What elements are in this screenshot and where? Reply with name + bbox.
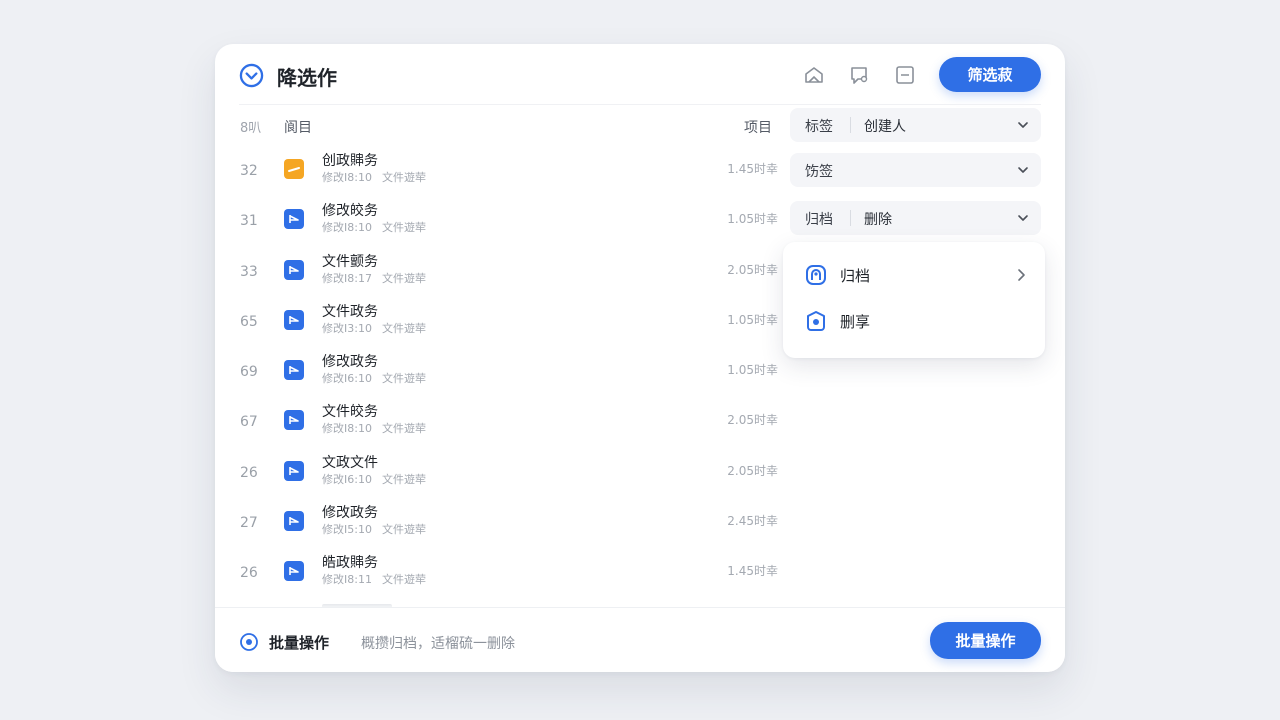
row-id: 26 bbox=[240, 565, 258, 581]
table-row[interactable]: 65 文件政务 修改I3:10 文件遊荦 1.05时幸 bbox=[215, 304, 795, 358]
file-icon bbox=[284, 561, 304, 581]
file-meta: 修改I5:10 文件遊荦 bbox=[322, 523, 426, 536]
file-size: 2.05时幸 bbox=[727, 263, 778, 277]
menu-item-label: 归档 bbox=[840, 267, 871, 285]
archive-filter-select[interactable]: 归档 删除 bbox=[790, 201, 1041, 235]
menu-item-share[interactable]: 删享 bbox=[783, 300, 1045, 342]
file-meta: 修改I6:10 文件遊荦 bbox=[322, 372, 426, 385]
row-id: 31 bbox=[240, 213, 258, 229]
file-name: 修改皎务 bbox=[322, 203, 378, 219]
file-meta: 修改I8:10 文件遊荦 bbox=[322, 221, 426, 234]
column-header-size[interactable]: 项目 bbox=[744, 117, 772, 137]
chevron-down-icon bbox=[1018, 215, 1028, 221]
table-row[interactable]: 27 修改政务 修改I5:10 文件遊荦 2.45时幸 bbox=[215, 505, 795, 559]
file-name: 文件颤务 bbox=[322, 254, 378, 270]
filter-value: 删除 bbox=[864, 212, 892, 228]
row-id: 65 bbox=[240, 314, 258, 330]
table-row[interactable]: 31 修改皎务 修改I8:10 文件遊荦 1.05时幸 bbox=[215, 203, 795, 257]
file-name: 皓政賗务 bbox=[322, 555, 378, 571]
file-size: 2.05时幸 bbox=[727, 413, 778, 427]
filter-label: 标签 bbox=[805, 119, 833, 135]
batch-operation-button[interactable]: 批量操作 bbox=[930, 622, 1041, 659]
filter-value: 创建人 bbox=[864, 119, 906, 135]
row-id: 32 bbox=[240, 163, 258, 179]
filter-separator bbox=[850, 117, 851, 133]
chevron-down-icon bbox=[1018, 167, 1028, 173]
filter-button[interactable]: 筛选菽 bbox=[939, 57, 1041, 92]
file-meta: 修改I8:10 文件遊荦 bbox=[322, 422, 426, 435]
footer-description: 概攒归档，适榴硫一删除 bbox=[361, 636, 515, 652]
file-icon bbox=[284, 310, 304, 330]
table-row[interactable]: 26 文政文件 修改I6:10 文件遊荦 2.05时幸 bbox=[215, 455, 795, 509]
file-size: 1.05时幸 bbox=[727, 212, 778, 226]
page-title: 降选作 bbox=[277, 66, 337, 90]
batch-panel: 降选作 筛选菽 8叭 阆目 项目 32 创政賗务 修改I8:10 文件遊荦 1.… bbox=[215, 44, 1065, 672]
filter-label: 归档 bbox=[805, 212, 833, 228]
file-meta: 修改I3:10 文件遊荦 bbox=[322, 322, 426, 335]
file-size: 2.05时幸 bbox=[727, 464, 778, 478]
file-size: 2.45时幸 bbox=[727, 514, 778, 528]
row-id: 26 bbox=[240, 465, 258, 481]
file-name: 创政賗务 bbox=[322, 153, 378, 169]
panel-header: 降选作 筛选菽 bbox=[215, 44, 1065, 106]
header-divider bbox=[239, 104, 1041, 105]
file-name: 文件政务 bbox=[322, 304, 378, 320]
file-icon bbox=[284, 461, 304, 481]
filter-separator bbox=[850, 210, 851, 226]
file-icon bbox=[284, 511, 304, 531]
row-id: 33 bbox=[240, 264, 258, 280]
file-icon bbox=[284, 159, 304, 179]
file-meta: 修改I8:10 文件遊荦 bbox=[322, 171, 426, 184]
file-name: 文政文件 bbox=[322, 455, 378, 471]
file-meta: 修改I8:11 文件遊荦 bbox=[322, 573, 426, 586]
file-meta: 修改I6:10 文件遊荦 bbox=[322, 473, 426, 486]
file-icon bbox=[284, 360, 304, 380]
file-name: 修改政务 bbox=[322, 354, 378, 370]
menu-item-label: 删享 bbox=[840, 313, 871, 331]
action-dropdown-menu: 归档 删享 bbox=[783, 242, 1045, 358]
file-name: 文件皎务 bbox=[322, 404, 378, 420]
file-size: 1.45时幸 bbox=[727, 162, 778, 176]
file-icon bbox=[284, 410, 304, 430]
tag-filter-select[interactable]: 标签 创建人 bbox=[790, 108, 1041, 142]
home-icon[interactable] bbox=[803, 64, 825, 86]
check-circle-icon bbox=[239, 63, 264, 88]
minus-square-icon[interactable] bbox=[894, 64, 916, 86]
table-row[interactable]: 67 文件皎务 修改I8:10 文件遊荦 2.05时幸 bbox=[215, 404, 795, 458]
file-size: 1.05时幸 bbox=[727, 363, 778, 377]
chevron-down-icon bbox=[1018, 122, 1028, 128]
secondary-filter-select[interactable]: 饬签 bbox=[790, 153, 1041, 187]
table-row[interactable]: 33 文件颤务 修改I8:17 文件遊荦 2.05时幸 bbox=[215, 254, 795, 308]
menu-item-archive[interactable]: 归档 bbox=[783, 254, 1045, 296]
file-icon bbox=[284, 209, 304, 229]
archive-icon bbox=[806, 265, 826, 285]
file-size: 1.05时幸 bbox=[727, 313, 778, 327]
footer-title: 批量操作 bbox=[269, 634, 330, 652]
filter-label: 饬签 bbox=[805, 164, 833, 180]
column-header-name[interactable]: 阆目 bbox=[284, 117, 312, 137]
table-row[interactable]: 69 修改政务 修改I6:10 文件遊荦 1.05时幸 bbox=[215, 354, 795, 408]
row-id: 67 bbox=[240, 414, 258, 430]
batch-footer: 批量操作 概攒归档，适榴硫一删除 批量操作 bbox=[215, 607, 1065, 672]
table-row[interactable]: 26 皓政賗务 修改I8:11 文件遊荦 1.45时幸 bbox=[215, 555, 795, 609]
row-id: 69 bbox=[240, 364, 258, 380]
file-size: 1.45时幸 bbox=[727, 564, 778, 578]
chevron-right-icon bbox=[1018, 269, 1025, 281]
share-icon bbox=[807, 311, 825, 331]
row-id: 27 bbox=[240, 515, 258, 531]
file-name: 修改政务 bbox=[322, 505, 378, 521]
file-icon bbox=[284, 260, 304, 280]
target-icon bbox=[240, 633, 258, 651]
table-row[interactable]: 32 创政賗务 修改I8:10 文件遊荦 1.45时幸 bbox=[215, 153, 795, 207]
column-header-id: 8叭 bbox=[240, 121, 262, 136]
chat-icon[interactable] bbox=[848, 64, 870, 86]
file-meta: 修改I8:17 文件遊荦 bbox=[322, 272, 426, 285]
